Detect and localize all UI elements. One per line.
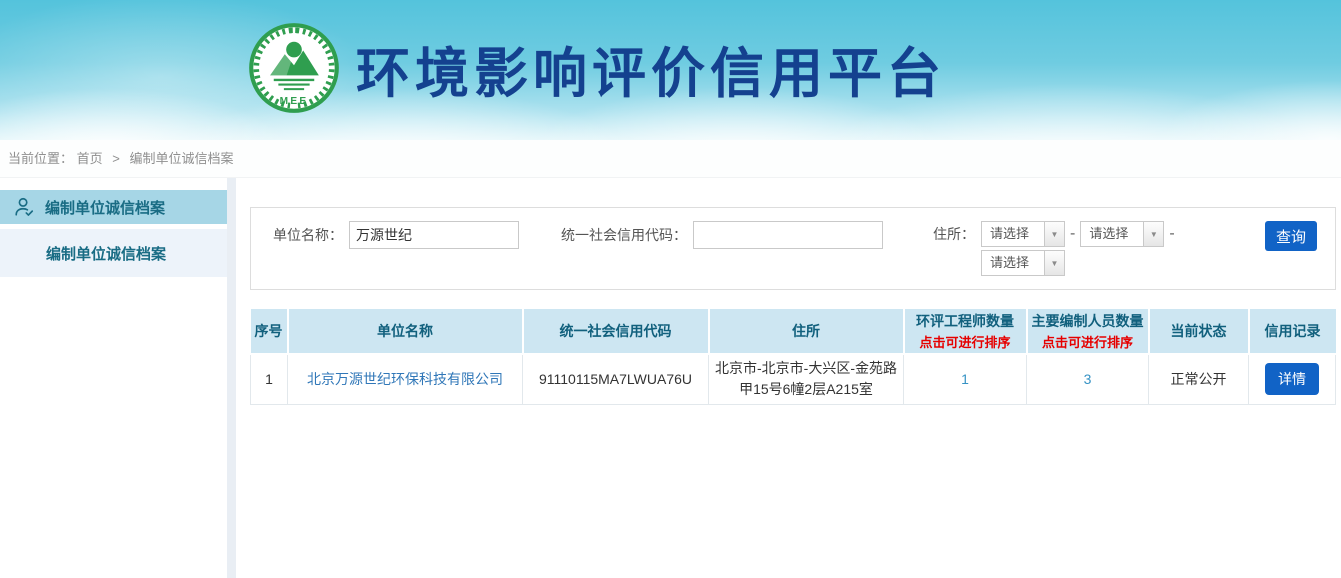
credit-code-input[interactable] [693,221,883,249]
breadcrumb-separator: > [112,151,120,166]
detail-button[interactable]: 详情 [1265,363,1319,395]
col-header-editor-count[interactable]: 主要编制人员数量 点击可进行排序 [1027,309,1149,354]
search-panel: 单位名称： 统一社会信用代码： 住所： 请选择 ▼ - [250,207,1336,290]
col-header-unit-name: 单位名称 [288,309,523,354]
breadcrumb-home-link[interactable]: 首页 [77,151,103,166]
col-header-address: 住所 [709,309,904,354]
cell-address: 北京市-北京市-大兴区-金苑路甲15号6幢2层A215室 [709,354,904,404]
col-header-credit-record: 信用记录 [1249,309,1336,354]
cell-index: 1 [251,354,288,404]
cell-editor-count: 3 [1027,354,1149,404]
chevron-down-icon[interactable]: ▼ [1143,222,1163,246]
cell-credit-code: 91110115MA7LWUA76U [523,354,709,404]
col-header-credit-code: 统一社会信用代码 [523,309,709,354]
breadcrumb-current: 编制单位诚信档案 [130,151,234,166]
sidebar-subitem-label: 编制单位诚信档案 [46,243,166,264]
unit-name-input[interactable] [349,221,519,249]
unit-name-link[interactable]: 北京万源世纪环保科技有限公司 [307,371,503,387]
table-header-row: 序号 单位名称 统一社会信用代码 住所 环评工程师数量 点击可进行排序 [251,309,1336,354]
address-select-row-1: 请选择 ▼ - 请选择 ▼ - [981,221,1180,247]
sidebar-divider [227,178,236,578]
table-row: 1 北京万源世纪环保科技有限公司 91110115MA7LWUA76U 北京市-… [251,354,1336,404]
cell-engineer-count: 1 [904,354,1027,404]
editor-count-link[interactable]: 3 [1084,371,1092,387]
address-field-group: 住所： 请选择 ▼ - 请选择 ▼ - [933,221,1180,276]
breadcrumb-prefix: 当前位置： [8,151,73,166]
sort-hint[interactable]: 点击可进行排序 [909,332,1022,351]
credit-archive-table: 序号 单位名称 统一社会信用代码 住所 环评工程师数量 点击可进行排序 [250,309,1336,405]
site-header: MEE 环境影响评价信用平台 [0,0,1341,140]
mee-logo-icon: MEE [248,22,340,114]
sidebar-item-unit-credit-archive[interactable]: 编制单位诚信档案 [0,190,227,224]
engineer-count-link[interactable]: 1 [961,371,969,387]
page-body: 编制单位诚信档案 编制单位诚信档案 单位名称： 统一社会信用代码： 住所： [0,178,1341,578]
select-dash: - [1169,221,1174,247]
col-header-index: 序号 [251,309,288,354]
brand: MEE 环境影响评价信用平台 [248,22,946,114]
main-content: 单位名称： 统一社会信用代码： 住所： 请选择 ▼ - [236,178,1341,578]
chevron-down-icon[interactable]: ▼ [1044,222,1064,246]
unit-name-field-group: 单位名称： [273,221,519,249]
cell-status: 正常公开 [1149,354,1249,404]
select-dash: - [1070,221,1075,247]
sidebar-item-label: 编制单位诚信档案 [45,197,165,218]
district-select[interactable]: 请选择 ▼ [981,250,1065,276]
query-button[interactable]: 查询 [1265,221,1317,251]
col-header-engineer-count[interactable]: 环评工程师数量 点击可进行排序 [904,309,1027,354]
address-selects: 请选择 ▼ - 请选择 ▼ - 请选择 ▼ [981,221,1180,276]
chevron-down-icon[interactable]: ▼ [1044,251,1064,275]
svg-text:MEE: MEE [280,96,309,107]
unit-name-label: 单位名称： [273,225,343,245]
city-select[interactable]: 请选择 ▼ [1080,221,1164,247]
credit-code-field-group: 统一社会信用代码： [561,221,883,249]
sidebar-subitem-unit-credit-archive[interactable]: 编制单位诚信档案 [0,229,227,277]
credit-code-label: 统一社会信用代码： [561,225,687,245]
cell-credit-record: 详情 [1249,354,1336,404]
cell-unit-name: 北京万源世纪环保科技有限公司 [288,354,523,404]
address-select-row-2: 请选择 ▼ [981,250,1180,276]
sidebar: 编制单位诚信档案 编制单位诚信档案 [0,178,227,578]
sort-hint[interactable]: 点击可进行排序 [1032,332,1144,351]
person-check-icon [13,196,35,218]
col-header-status: 当前状态 [1149,309,1249,354]
site-title: 环境影响评价信用平台 [356,29,946,108]
breadcrumb: 当前位置： 首页 > 编制单位诚信档案 [0,140,1341,178]
address-label: 住所： [933,221,975,247]
province-select[interactable]: 请选择 ▼ [981,221,1065,247]
